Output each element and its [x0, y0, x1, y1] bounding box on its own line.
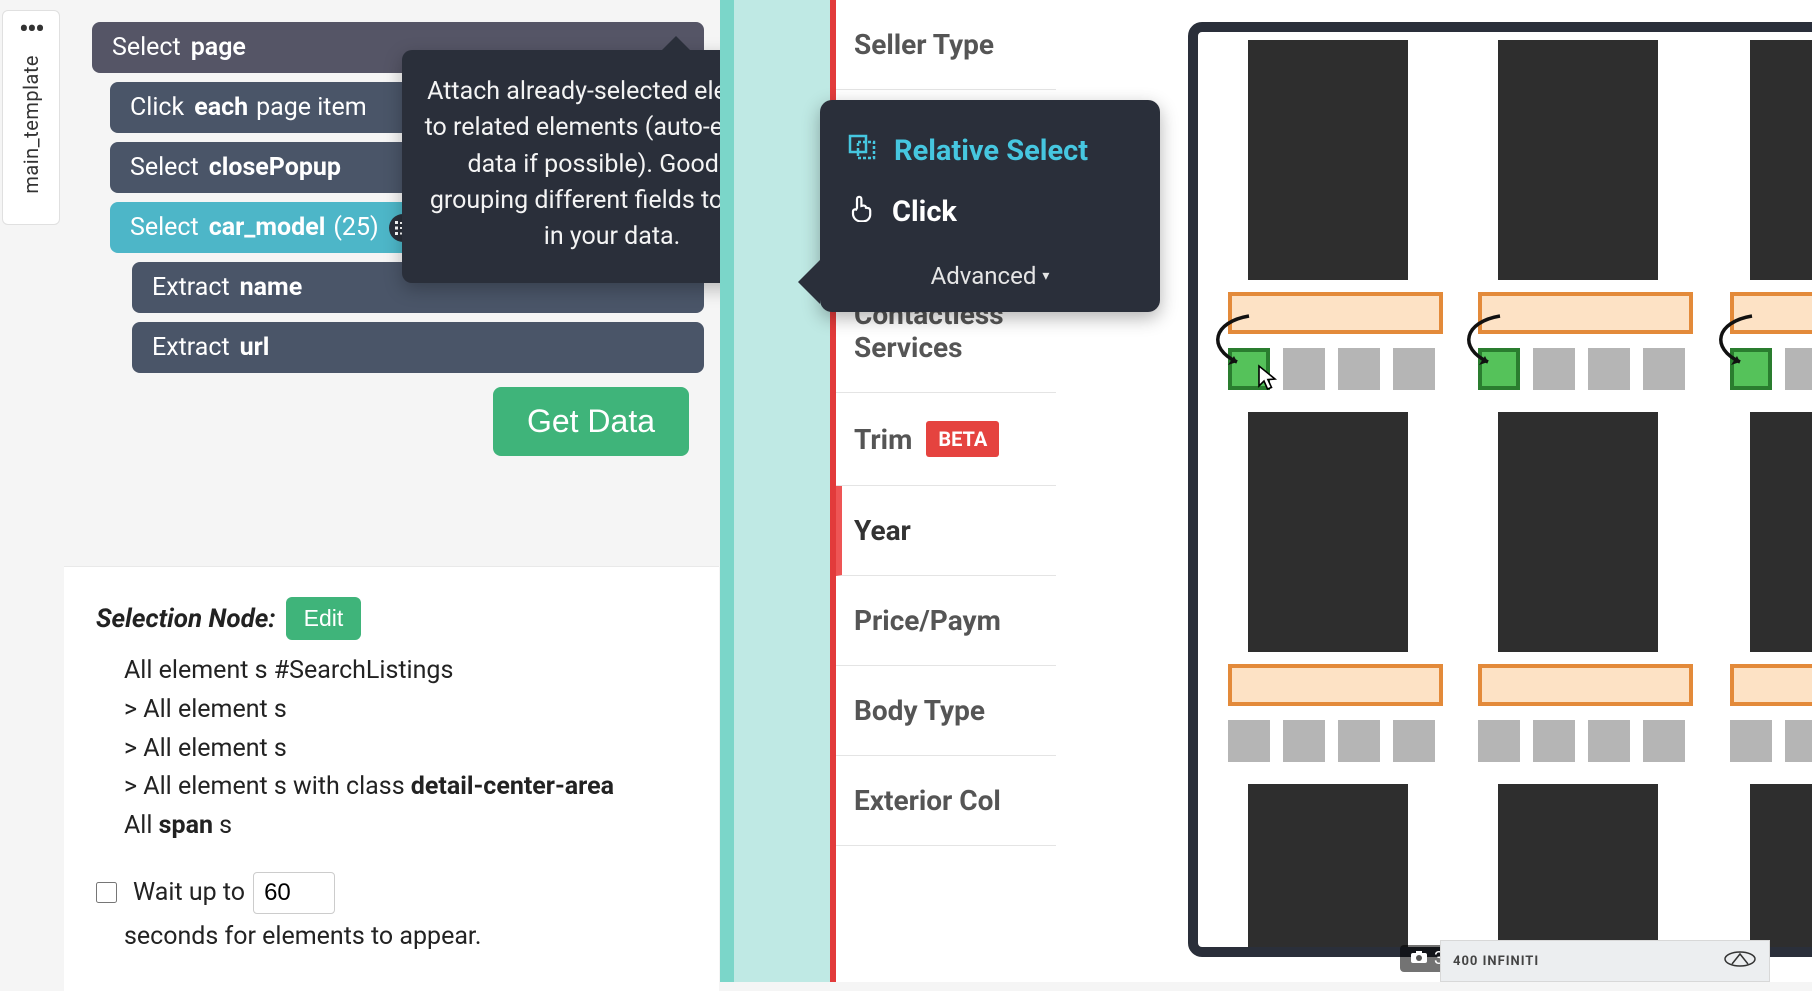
listing-thumb — [1393, 720, 1435, 762]
selector-line: > All element s — [114, 691, 699, 730]
relative-target-highlight[interactable] — [1730, 348, 1772, 390]
listing-thumb — [1283, 720, 1325, 762]
cmd-value: closePopup — [209, 153, 341, 182]
listing-title-highlight[interactable] — [1730, 664, 1812, 706]
listing-image — [1248, 40, 1408, 280]
listing-thumb — [1643, 720, 1685, 762]
menu-label: Advanced — [931, 262, 1037, 290]
selector-bold: detail-center-area — [411, 772, 614, 801]
listing-title-highlight[interactable] — [1478, 292, 1693, 334]
template-tab[interactable]: ••• main_template — [2, 10, 60, 225]
menu-label: Click — [892, 195, 957, 229]
listing-thumb — [1533, 348, 1575, 390]
get-data-button[interactable]: Get Data — [493, 387, 689, 456]
filter-exterior-color[interactable]: Exterior Col — [836, 756, 1056, 846]
dealer-banner: 400 INFINITI — [1440, 940, 1770, 982]
filter-body-type[interactable]: Body Type — [836, 666, 1056, 756]
filter-label: Trim — [854, 423, 912, 456]
cmd-extract-url[interactable]: Extract url — [132, 322, 704, 373]
listing-image — [1248, 412, 1408, 652]
relative-select-icon — [848, 134, 876, 168]
caret-down-icon: ▾ — [1042, 268, 1049, 284]
cmd-each: each — [194, 93, 248, 122]
filter-price[interactable]: Price/Paym — [836, 576, 1056, 666]
listing-thumb — [1228, 720, 1270, 762]
listing-image — [1498, 40, 1658, 280]
cmd-keyword: Extract — [152, 333, 230, 362]
menu-click[interactable]: Click — [844, 186, 1136, 238]
listing-image — [1750, 40, 1812, 280]
cmd-value: page — [191, 33, 246, 62]
wait-checkbox[interactable] — [96, 882, 117, 903]
click-hand-icon — [848, 194, 874, 230]
cmd-value: car_model — [209, 213, 326, 242]
cmd-keyword: Select — [130, 213, 199, 242]
relative-target-highlight[interactable] — [1478, 348, 1520, 390]
selection-node-panel: Selection Node: Edit All element s #Sear… — [64, 566, 719, 991]
cmd-keyword: Click — [130, 93, 184, 122]
cmd-value: url — [240, 333, 270, 362]
zoom-column — [1248, 32, 1463, 947]
zoom-overlay — [1188, 22, 1812, 957]
listing-image — [1498, 412, 1658, 652]
selector-line: > All element s — [114, 730, 699, 769]
dealer-name: 400 INFINITI — [1453, 954, 1539, 969]
context-menu: Relative Select Click Advanced ▾ — [820, 100, 1160, 312]
menu-relative-select[interactable]: Relative Select — [844, 126, 1136, 176]
listing-thumb — [1785, 720, 1812, 762]
cmd-keyword: Select — [130, 153, 199, 182]
wait-seconds-input[interactable] — [253, 872, 335, 914]
cmd-value: name — [240, 273, 303, 302]
filter-trim[interactable]: Trim BETA — [836, 393, 1056, 486]
listing-title-highlight[interactable] — [1478, 664, 1693, 706]
listing-image — [1750, 412, 1812, 652]
cmd-count: (25) — [333, 213, 378, 242]
menu-label: Relative Select — [894, 134, 1088, 168]
listing-title-highlight[interactable] — [1730, 292, 1812, 334]
selector-text: > All element s with class — [124, 772, 411, 801]
listing-thumb — [1338, 348, 1380, 390]
cmd-value: page item — [256, 93, 367, 122]
infiniti-logo-icon — [1723, 950, 1757, 972]
wait-pre-text: Wait up to — [133, 878, 245, 907]
listing-thumb — [1478, 720, 1520, 762]
cmd-keyword: Select — [112, 33, 181, 62]
selector-text: All — [124, 811, 159, 840]
wait-post-text: seconds for elements to appear. — [124, 922, 481, 951]
filter-year[interactable]: Year — [836, 486, 1056, 576]
beta-badge: BETA — [926, 421, 999, 457]
cursor-icon — [1256, 364, 1280, 392]
listing-image — [1248, 784, 1408, 957]
filter-seller-type[interactable]: Seller Type — [836, 0, 1056, 90]
selector-bold: span — [159, 811, 213, 840]
listing-thumb — [1393, 348, 1435, 390]
zoom-column — [1498, 32, 1713, 947]
listing-title-highlight[interactable] — [1228, 292, 1443, 334]
edit-button[interactable]: Edit — [286, 597, 362, 640]
listing-thumb — [1643, 348, 1685, 390]
selector-line: All element s #SearchListings — [114, 652, 699, 691]
selection-node-title: Selection Node: — [96, 604, 276, 634]
listing-thumb — [1338, 720, 1380, 762]
cmd-keyword: Extract — [152, 273, 230, 302]
listing-title-highlight[interactable] — [1228, 664, 1443, 706]
listing-thumb — [1533, 720, 1575, 762]
listing-image — [1498, 784, 1658, 957]
template-tab-label: main_template — [19, 55, 43, 194]
listing-thumb — [1283, 348, 1325, 390]
selector-line: > All element s with class detail-center… — [114, 768, 699, 807]
listing-image — [1750, 784, 1812, 957]
zoom-column — [1750, 32, 1812, 947]
listing-thumb — [1588, 348, 1630, 390]
listing-thumb — [1730, 720, 1772, 762]
selector-line: All span s — [114, 807, 699, 846]
menu-advanced[interactable]: Advanced ▾ — [844, 262, 1136, 290]
selector-text: s — [213, 811, 232, 840]
camera-icon — [1410, 948, 1428, 969]
listing-thumb — [1785, 348, 1812, 390]
more-icon[interactable]: ••• — [19, 25, 43, 35]
listing-thumb — [1588, 720, 1630, 762]
